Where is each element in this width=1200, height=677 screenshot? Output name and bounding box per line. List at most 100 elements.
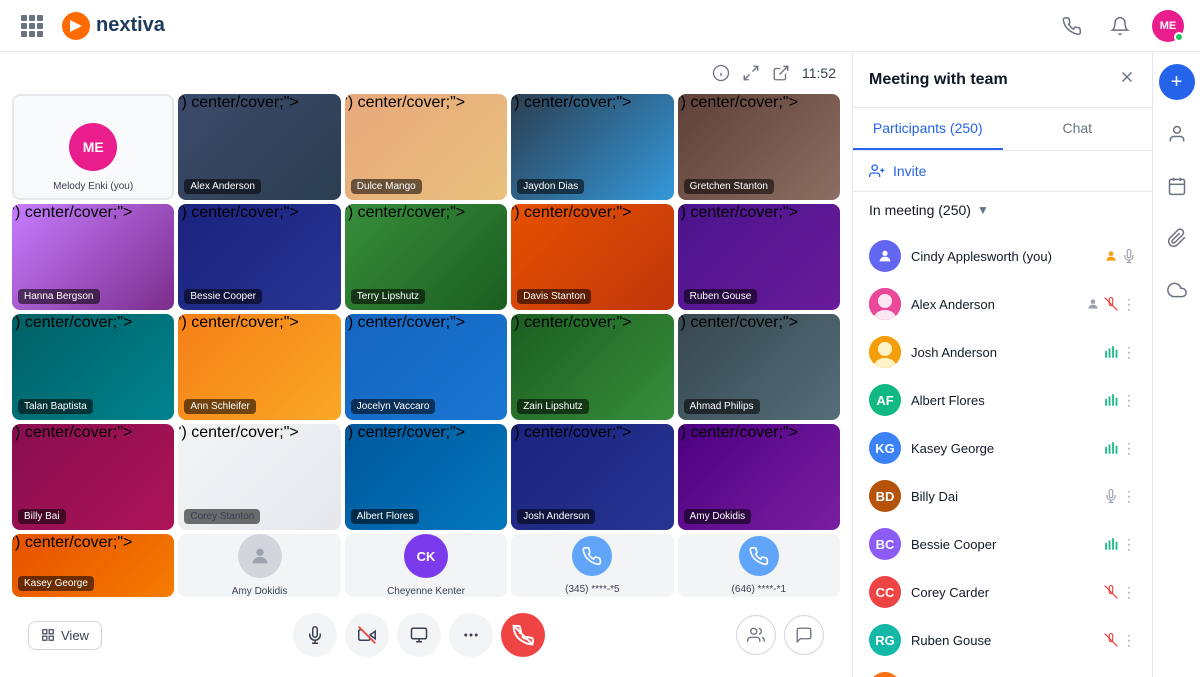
chevron-down-icon: ▼ bbox=[977, 203, 989, 217]
logo: nextiva bbox=[60, 10, 165, 42]
avatar-albert: AF bbox=[869, 384, 901, 416]
more-btn-albert[interactable]: ⋮ bbox=[1122, 392, 1136, 409]
panel-actions: Invite bbox=[853, 151, 1152, 192]
chat-button[interactable] bbox=[784, 615, 824, 655]
more-btn-alex[interactable]: ⋮ bbox=[1122, 296, 1136, 313]
mic-muted-icon-ruben bbox=[1104, 633, 1118, 647]
fullscreen-icon bbox=[742, 64, 760, 82]
tile-phone-icon-1 bbox=[572, 536, 612, 576]
add-button[interactable]: + bbox=[1159, 64, 1195, 100]
tile-label-dulce: Dulce Mango bbox=[351, 179, 422, 194]
calendar-nav-button[interactable] bbox=[1159, 168, 1195, 204]
tile-label-bessie: Bessie Cooper bbox=[184, 289, 262, 304]
more-btn-corey[interactable]: ⋮ bbox=[1122, 584, 1136, 601]
video-tile-gretchen: ') center/cover;"> Gretchen Stanton bbox=[678, 94, 840, 200]
tab-participants[interactable]: Participants (250) bbox=[853, 108, 1003, 150]
more-btn-kasey[interactable]: ⋮ bbox=[1122, 440, 1136, 457]
tile-label-hanna: Hanna Bergson bbox=[18, 289, 100, 304]
tab-chat[interactable]: Chat bbox=[1003, 108, 1153, 150]
mute-button[interactable] bbox=[293, 613, 337, 657]
chat-icon bbox=[795, 626, 813, 644]
participant-item: CC Corey Carder ⋮ bbox=[853, 568, 1152, 616]
phone-call-icon-2 bbox=[749, 546, 769, 566]
call-timer: 11:52 bbox=[802, 65, 836, 81]
info-button[interactable] bbox=[712, 64, 730, 82]
participants-button[interactable] bbox=[736, 615, 776, 655]
bell-icon bbox=[1110, 16, 1130, 36]
my-avatar[interactable]: ME bbox=[1152, 10, 1184, 42]
view-button[interactable]: View bbox=[28, 621, 102, 650]
more-btn-billy[interactable]: ⋮ bbox=[1122, 488, 1136, 505]
my-initials: ME bbox=[1160, 20, 1177, 32]
video-tile-josh: ') center/cover;"> Josh Anderson bbox=[511, 424, 673, 530]
tile-phone-avatar-amy bbox=[238, 534, 282, 578]
avatar-cindy bbox=[869, 240, 901, 272]
tile-label-alex: Alex Anderson bbox=[184, 179, 261, 194]
tile-label-me: Melody Enki (you) bbox=[53, 181, 133, 192]
tile-label-billy: Billy Bai bbox=[18, 509, 66, 524]
invite-label: Invite bbox=[893, 163, 926, 179]
view-label: View bbox=[61, 628, 89, 643]
share-button[interactable] bbox=[397, 613, 441, 657]
name-billy: Billy Dai bbox=[911, 489, 1094, 504]
contacts-icon bbox=[1167, 124, 1187, 144]
nav-right: ME bbox=[1056, 10, 1184, 42]
more-btn-ruben[interactable]: ⋮ bbox=[1122, 632, 1136, 649]
participant-item: KG Kasey George ⋮ bbox=[853, 424, 1152, 472]
calendar-icon bbox=[1167, 176, 1187, 196]
icons-cindy bbox=[1104, 249, 1136, 263]
in-meeting-header: In meeting (250) ▼ bbox=[853, 192, 1152, 228]
name-alex: Alex Anderson bbox=[911, 297, 1076, 312]
more-button[interactable] bbox=[449, 613, 493, 657]
name-corey: Corey Carder bbox=[911, 585, 1094, 600]
video-button[interactable] bbox=[345, 613, 389, 657]
fullscreen-button[interactable] bbox=[742, 64, 760, 82]
bell-nav-button[interactable] bbox=[1104, 10, 1136, 42]
participant-item: AF Albert Flores ⋮ bbox=[853, 376, 1152, 424]
speaking-bars-icon-bessie bbox=[1104, 537, 1118, 551]
video-tile-amy-d: Amy Dokidis bbox=[178, 534, 340, 597]
more-btn-bessie[interactable]: ⋮ bbox=[1122, 536, 1136, 553]
name-bessie: Bessie Cooper bbox=[911, 537, 1094, 552]
icons-kasey: ⋮ bbox=[1104, 440, 1136, 457]
me-avatar: ME bbox=[69, 123, 117, 171]
name-cindy: Cindy Applesworth (you) bbox=[911, 249, 1094, 264]
video-tile-ruben: ') center/cover;"> Ruben Gouse bbox=[678, 204, 840, 310]
attach-nav-button[interactable] bbox=[1159, 220, 1195, 256]
tile-name-phone2: (646) ****-*1 bbox=[732, 584, 786, 595]
participants-list: Cindy Applesworth (you) Alex Anderson ⋮ bbox=[853, 228, 1152, 677]
call-controls: View bbox=[12, 605, 840, 665]
participant-item: BD Billy Dai ⋮ bbox=[853, 472, 1152, 520]
tile-label-ruben: Ruben Gouse bbox=[684, 289, 758, 304]
video-tile-cheyenne: CK Cheyenne Kenter bbox=[345, 534, 507, 597]
icons-alex: ⋮ bbox=[1086, 296, 1136, 313]
invite-button[interactable]: Invite bbox=[869, 163, 926, 179]
tile-label-ann: Ann Schleifer bbox=[184, 399, 255, 414]
video-tile-albert: ') center/cover;"> Albert Flores bbox=[345, 424, 507, 530]
cloud-nav-button[interactable] bbox=[1159, 272, 1195, 308]
meeting-title: Meeting with team bbox=[869, 71, 1008, 89]
tile-label-davis: Davis Stanton bbox=[517, 289, 591, 304]
tile-label-terry: Terry Lipshutz bbox=[351, 289, 425, 304]
popout-button[interactable] bbox=[772, 64, 790, 82]
close-panel-button[interactable] bbox=[1118, 68, 1136, 91]
contacts-nav-button[interactable] bbox=[1159, 116, 1195, 152]
panel-tabs: Participants (250) Chat bbox=[853, 108, 1152, 151]
name-albert: Albert Flores bbox=[911, 393, 1094, 408]
controls-left: View bbox=[28, 621, 102, 650]
grid-menu-button[interactable] bbox=[16, 10, 48, 42]
phone-icon bbox=[1062, 16, 1082, 36]
popout-icon bbox=[772, 64, 790, 82]
participants-icon bbox=[747, 626, 765, 644]
video-tile-hanna: ') center/cover;"> Hanna Bergson bbox=[12, 204, 174, 310]
video-tile-zain: ') center/cover;"> Zain Lipshutz bbox=[511, 314, 673, 420]
end-call-button[interactable] bbox=[501, 613, 545, 657]
avatar-josh bbox=[869, 336, 901, 368]
tile-name-phone1: (345) ****-*5 bbox=[565, 584, 619, 595]
grid-icon bbox=[21, 15, 43, 37]
more-btn-josh[interactable]: ⋮ bbox=[1122, 344, 1136, 361]
phone-nav-button[interactable] bbox=[1056, 10, 1088, 42]
main-layout: 11:52 ME Melody Enki (you) ') center/cov… bbox=[0, 52, 1200, 677]
tile-label-gretchen: Gretchen Stanton bbox=[684, 179, 774, 194]
tile-phone-icon-2 bbox=[739, 536, 779, 576]
